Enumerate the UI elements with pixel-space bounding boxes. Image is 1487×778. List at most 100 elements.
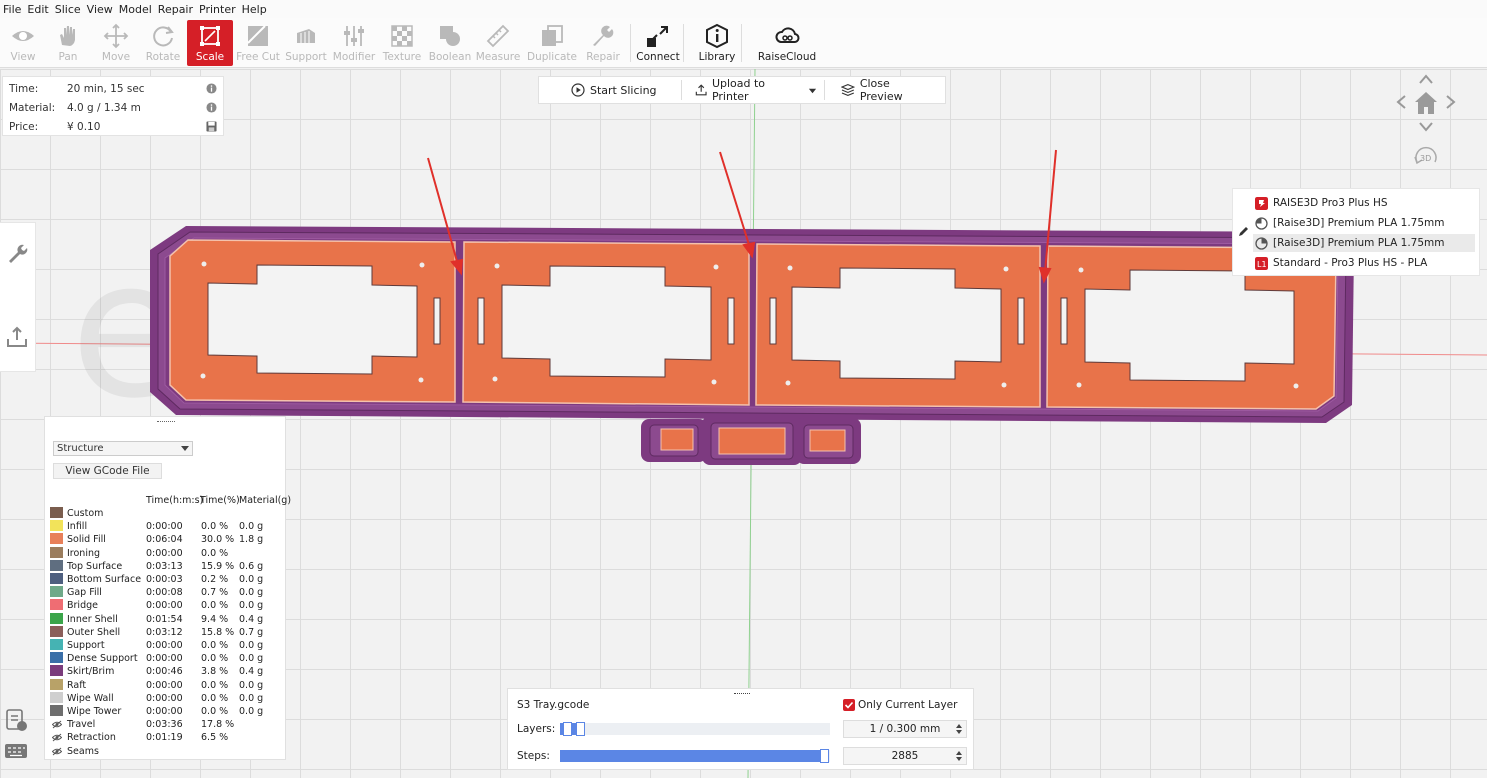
library-tool-button[interactable]: Library: [694, 20, 740, 66]
structure-row-gap-fill[interactable]: Gap Fill 0:00:08 0.7 % 0.0 g: [50, 586, 285, 599]
connect-tool-button[interactable]: Connect: [633, 20, 683, 66]
structure-row-bottom-surface[interactable]: Bottom Surface 0:00:03 0.2 % 0.0 g: [50, 573, 285, 586]
color-swatch[interactable]: [50, 507, 63, 518]
color-swatch[interactable]: [50, 559, 63, 571]
steps-slider-handle[interactable]: [820, 749, 829, 763]
structure-row-outer-shell[interactable]: Outer Shell 0:03:12 15.8 % 0.7 g: [50, 625, 285, 639]
edit-pencil-icon[interactable]: [1237, 225, 1250, 238]
structure-row-seams[interactable]: Seams: [50, 745, 285, 758]
menu-edit[interactable]: Edit: [24, 3, 51, 16]
repair-tool-button[interactable]: Repair: [580, 20, 626, 66]
view-tool-button[interactable]: View: [0, 20, 46, 66]
structure-row-ironing[interactable]: Ironing 0:00:00 0.0 %: [50, 546, 285, 560]
free-cut-tool-button[interactable]: Free Cut: [235, 20, 281, 66]
color-swatch[interactable]: [50, 705, 63, 716]
upload-to-printer-button[interactable]: Upload to Printer: [682, 76, 805, 104]
structure-row-bridge[interactable]: Bridge 0:00:00 0.0 % 0.0 g: [50, 599, 285, 612]
color-swatch[interactable]: [50, 612, 63, 624]
menu-repair[interactable]: Repair: [155, 3, 196, 16]
svg-text:L1: L1: [1257, 260, 1267, 269]
steps-slider[interactable]: [560, 749, 830, 763]
color-swatch[interactable]: [50, 599, 63, 611]
texture-tool-button[interactable]: Texture: [379, 20, 425, 66]
color-swatch[interactable]: [50, 546, 63, 558]
structure-row-skirt-brim[interactable]: Skirt/Brim 0:00:46 3.8 % 0.4 g: [50, 665, 285, 678]
material-left-item[interactable]: [Raise3D] Premium PLA 1.75mm: [1255, 214, 1444, 232]
menu-printer[interactable]: Printer: [196, 3, 239, 16]
color-swatch[interactable]: [50, 520, 63, 532]
menu-help[interactable]: Help: [239, 3, 270, 16]
export-icon[interactable]: [5, 325, 29, 349]
printer-machine-label: RAISE3D Pro3 Plus HS: [1273, 197, 1388, 209]
modifier-tool-button[interactable]: Modifier: [331, 20, 377, 66]
color-swatch[interactable]: [50, 533, 63, 545]
structure-row-inner-shell[interactable]: Inner Shell 0:01:54 9.4 % 0.4 g: [50, 612, 285, 626]
move-tool-button[interactable]: Move: [93, 20, 139, 66]
panel-drag-handle[interactable]: [734, 693, 750, 694]
spin-arrows-icon[interactable]: [955, 723, 963, 735]
color-swatch[interactable]: [50, 652, 63, 664]
measure-tool-button[interactable]: Measure: [475, 20, 521, 66]
feature-name: Outer Shell: [67, 626, 121, 638]
eye-hidden-icon[interactable]: [52, 747, 62, 756]
view-gcode-file-button[interactable]: View GCode File: [53, 463, 162, 479]
structure-row-top-surface[interactable]: Top Surface 0:03:13 15.9 % 0.6 g: [50, 559, 285, 573]
structure-row-wipe-tower[interactable]: Wipe Tower 0:00:00 0.0 % 0.0 g: [50, 705, 285, 718]
structure-row-support[interactable]: Support 0:00:00 0.0 % 0.0 g: [50, 639, 285, 652]
raisecloud-tool-button[interactable]: RaiseCloud: [757, 20, 817, 66]
layers-slider[interactable]: [560, 722, 830, 736]
feature-time-percent: 9.4 %: [201, 613, 229, 625]
steps-spinbox[interactable]: 2885: [843, 747, 967, 765]
structure-row-retraction[interactable]: Retraction 0:01:19 6.5 %: [50, 731, 285, 744]
wrench-icon[interactable]: [5, 241, 29, 265]
panel-drag-handle[interactable]: [157, 421, 175, 423]
feature-material: 0.0 g: [239, 640, 264, 651]
material-right-label: [Raise3D] Premium PLA 1.75mm: [1273, 237, 1445, 249]
color-swatch[interactable]: [50, 665, 63, 677]
view-mode-select[interactable]: Structure: [53, 441, 193, 456]
start-slicing-button[interactable]: Start Slicing: [539, 76, 681, 104]
structure-row-custom[interactable]: Custom: [50, 507, 285, 520]
upload-dropdown-button[interactable]: [804, 76, 824, 104]
structure-row-dense-support[interactable]: Dense Support 0:00:00 0.0 % 0.0 g: [50, 652, 285, 665]
menu-slice[interactable]: Slice: [52, 3, 84, 16]
structure-row-infill[interactable]: Infill 0:00:00 0.0 % 0.0 g: [50, 520, 285, 533]
menu-file[interactable]: File: [0, 3, 24, 16]
color-swatch[interactable]: [50, 691, 63, 703]
scale-tool-button[interactable]: Scale: [187, 20, 233, 66]
support-tool-button[interactable]: Support: [283, 20, 329, 66]
structure-row-raft[interactable]: Raft 0:00:00 0.0 % 0.0 g: [50, 678, 285, 692]
only-current-layer-checkbox[interactable]: [843, 699, 855, 711]
color-swatch[interactable]: [50, 678, 63, 690]
structure-row-wipe-wall[interactable]: Wipe Wall 0:00:00 0.0 % 0.0 g: [50, 691, 285, 705]
material-row: Material: 4.0 g / 1.34 m: [9, 101, 141, 115]
color-swatch[interactable]: [50, 639, 63, 650]
info-icon[interactable]: [206, 83, 217, 94]
print-profile-item[interactable]: L1 Standard - Pro3 Plus HS - PLA: [1255, 254, 1427, 272]
layers-slider-handle-high[interactable]: [576, 722, 585, 736]
rotate-tool-button[interactable]: Rotate: [140, 20, 186, 66]
printer-machine-item[interactable]: RAISE3D Pro3 Plus HS: [1255, 194, 1388, 212]
view-navigator[interactable]: 3D: [1395, 70, 1457, 174]
eye-hidden-icon[interactable]: [52, 720, 62, 729]
spin-arrows-icon[interactable]: [955, 750, 963, 762]
material-right-item[interactable]: [Raise3D] Premium PLA 1.75mm: [1253, 234, 1475, 252]
layers-spinbox[interactable]: 1 / 0.300 mm: [843, 720, 967, 738]
duplicate-tool-button[interactable]: Duplicate: [527, 20, 577, 66]
color-swatch[interactable]: [50, 586, 63, 598]
measure-icon: [486, 24, 510, 48]
layers-slider-handle-low[interactable]: [563, 722, 572, 736]
structure-row-solid-fill[interactable]: Solid Fill 0:06:04 30.0 % 1.8 g: [50, 533, 285, 546]
structure-row-travel[interactable]: Travel 0:03:36 17.8 %: [50, 718, 285, 731]
pan-tool-button[interactable]: Pan: [45, 20, 91, 66]
eye-hidden-icon[interactable]: [52, 733, 62, 742]
info-icon[interactable]: [206, 102, 217, 113]
3d-view-icon: 3D: [1414, 146, 1437, 165]
boolean-tool-button[interactable]: Boolean: [427, 20, 473, 66]
save-icon[interactable]: [206, 121, 217, 132]
close-preview-button[interactable]: Close Preview: [825, 76, 945, 104]
menu-model[interactable]: Model: [116, 3, 155, 16]
color-swatch[interactable]: [50, 573, 63, 584]
color-swatch[interactable]: [50, 625, 63, 637]
menu-view[interactable]: View: [84, 3, 116, 16]
